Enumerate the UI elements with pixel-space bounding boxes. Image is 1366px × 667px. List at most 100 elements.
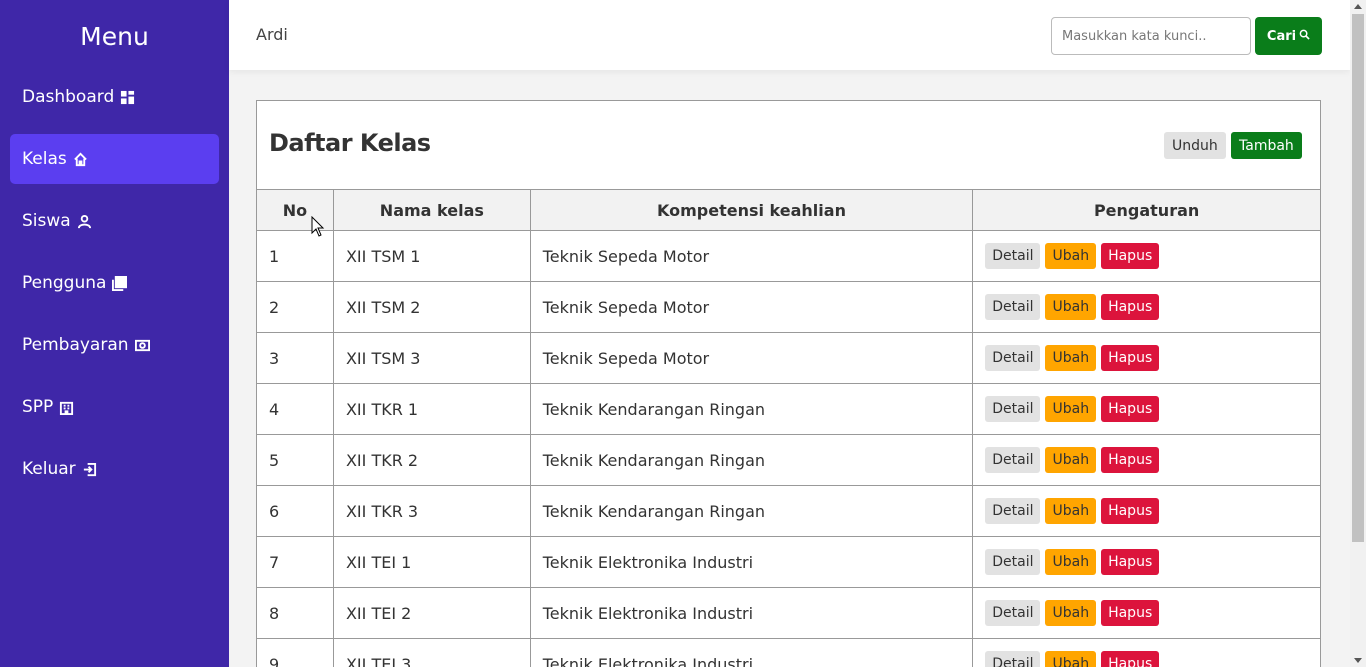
cell-class-name: XII TKR 3 — [332, 485, 531, 537]
search-button[interactable]: Cari — [1255, 17, 1322, 55]
scroll-thumb[interactable] — [1352, 14, 1364, 542]
detail-button[interactable]: Detail — [985, 294, 1041, 320]
sidebar-item-pembayaran[interactable]: Pembayaran — [10, 320, 219, 370]
table-body: 1 XII TSM 1 Teknik Sepeda Motor Detail Ubah H… — [256, 230, 1321, 667]
sidebar-nav: Dashboard Kelas Siswa Pengguna Pembayara… — [0, 72, 229, 494]
cell-actions: Detail Ubah Hapus — [972, 587, 1321, 639]
sidebar-item-label: Siswa — [22, 211, 71, 231]
cell-actions: Detail Ubah Hapus — [972, 485, 1321, 537]
sidebar-item-pengguna[interactable]: Pengguna — [10, 258, 219, 308]
sidebar-item-label: Pembayaran — [22, 335, 129, 355]
cell-no: 5 — [256, 434, 334, 486]
contact-book-icon — [112, 275, 128, 291]
cell-class-name: XII TSM 1 — [332, 230, 531, 282]
cell-no: 3 — [256, 332, 334, 384]
cell-no: 2 — [256, 281, 334, 333]
cell-class-name: XII TKR 1 — [332, 383, 531, 435]
cell-class-name: XII TEI 3 — [332, 638, 531, 667]
cell-actions: Detail Ubah Hapus — [972, 638, 1321, 667]
sidebar-item-siswa[interactable]: Siswa — [10, 196, 219, 246]
cell-class-name: XII TEI 2 — [332, 587, 531, 639]
delete-button[interactable]: Hapus — [1101, 243, 1160, 269]
topbar: Ardi Cari — [229, 0, 1350, 70]
cell-actions: Detail Ubah Hapus — [972, 230, 1321, 282]
detail-button[interactable]: Detail — [985, 447, 1041, 473]
cell-competency: Teknik Elektronika Industri — [529, 536, 974, 588]
page-scrollbar[interactable] — [1350, 0, 1366, 667]
detail-button[interactable]: Detail — [985, 600, 1041, 626]
cell-competency: Teknik Elektronika Industri — [529, 638, 974, 667]
column-header-settings: Pengaturan — [972, 189, 1321, 231]
cell-competency: Teknik Elektronika Industri — [529, 587, 974, 639]
cell-actions: Detail Ubah Hapus — [972, 434, 1321, 486]
user-name: Ardi — [256, 25, 288, 44]
cell-no: 7 — [256, 536, 334, 588]
table-row: 8 XII TEI 2 Teknik Elektronika Industri Det… — [256, 587, 1321, 639]
delete-button[interactable]: Hapus — [1101, 498, 1160, 524]
column-header-name: Nama kelas — [332, 189, 531, 231]
column-header-competency: Kompetensi keahlian — [529, 189, 974, 231]
user-icon — [77, 214, 92, 229]
edit-button[interactable]: Ubah — [1045, 396, 1097, 422]
detail-button[interactable]: Detail — [985, 345, 1041, 371]
edit-button[interactable]: Ubah — [1045, 447, 1097, 473]
edit-button[interactable]: Ubah — [1045, 345, 1097, 371]
edit-button[interactable]: Ubah — [1045, 651, 1097, 667]
delete-button[interactable]: Hapus — [1101, 294, 1160, 320]
home-icon — [73, 152, 88, 167]
cell-competency: Teknik Sepeda Motor — [529, 332, 974, 384]
edit-button[interactable]: Ubah — [1045, 243, 1097, 269]
cell-competency: Teknik Kendarangan Ringan — [529, 434, 974, 486]
sidebar-item-keluar[interactable]: Keluar — [10, 444, 219, 494]
detail-button[interactable]: Detail — [985, 651, 1041, 667]
detail-button[interactable]: Detail — [985, 396, 1041, 422]
search-input[interactable] — [1051, 17, 1251, 55]
scroll-down-arrow[interactable] — [1354, 658, 1362, 663]
detail-button[interactable]: Detail — [985, 498, 1041, 524]
sidebar-item-kelas[interactable]: Kelas — [10, 134, 219, 184]
cell-no: 4 — [256, 383, 334, 435]
edit-button[interactable]: Ubah — [1045, 294, 1097, 320]
table-row: 1 XII TSM 1 Teknik Sepeda Motor Detail Ubah H… — [256, 230, 1321, 282]
cell-competency: Teknik Kendarangan Ringan — [529, 383, 974, 435]
cell-no: 6 — [256, 485, 334, 537]
delete-button[interactable]: Hapus — [1101, 600, 1160, 626]
cell-competency: Teknik Kendarangan Ringan — [529, 485, 974, 537]
delete-button[interactable]: Hapus — [1101, 396, 1160, 422]
sidebar-item-label: Keluar — [22, 459, 76, 479]
cell-class-name: XII TEI 1 — [332, 536, 531, 588]
sidebar-item-label: Kelas — [22, 149, 67, 169]
cell-no: 9 — [256, 638, 334, 667]
sidebar-item-label: SPP — [22, 397, 54, 417]
table-row: 5 XII TKR 2 Teknik Kendarangan Ringan Detai… — [256, 434, 1321, 486]
detail-button[interactable]: Detail — [985, 549, 1041, 575]
cell-class-name: XII TSM 2 — [332, 281, 531, 333]
add-button[interactable]: Tambah — [1231, 132, 1302, 159]
delete-button[interactable]: Hapus — [1101, 549, 1160, 575]
delete-button[interactable]: Hapus — [1101, 651, 1160, 667]
cell-actions: Detail Ubah Hapus — [972, 536, 1321, 588]
edit-button[interactable]: Ubah — [1045, 600, 1097, 626]
scroll-up-arrow[interactable] — [1354, 4, 1362, 9]
page-title: Daftar Kelas — [269, 129, 431, 157]
table-row: 3 XII TSM 3 Teknik Sepeda Motor Detail Ubah H… — [256, 332, 1321, 384]
sidebar-item-dashboard[interactable]: Dashboard — [10, 72, 219, 122]
sidebar-item-label: Dashboard — [22, 87, 115, 107]
building-icon — [59, 400, 74, 415]
edit-button[interactable]: Ubah — [1045, 549, 1097, 575]
delete-button[interactable]: Hapus — [1101, 345, 1160, 371]
detail-button[interactable]: Detail — [985, 243, 1041, 269]
edit-button[interactable]: Ubah — [1045, 498, 1097, 524]
table-header-row: No Nama kelas Kompetensi keahlian Pengat… — [256, 189, 1321, 231]
table-row: 2 XII TSM 2 Teknik Sepeda Motor Detail Ubah H… — [256, 281, 1321, 333]
delete-button[interactable]: Hapus — [1101, 447, 1160, 473]
mouse-cursor-icon — [311, 216, 325, 237]
download-button[interactable]: Unduh — [1164, 132, 1226, 159]
table-row: 4 XII TKR 1 Teknik Kendarangan Ringan Detai… — [256, 383, 1321, 435]
class-table: No Nama kelas Kompetensi keahlian Pengat… — [256, 189, 1321, 667]
search-icon — [1299, 29, 1310, 44]
cell-class-name: XII TKR 2 — [332, 434, 531, 486]
sidebar-item-spp[interactable]: SPP — [10, 382, 219, 432]
table-row: 7 XII TEI 1 Teknik Elektronika Industri Det… — [256, 536, 1321, 588]
menu-title: Menu — [80, 22, 149, 51]
